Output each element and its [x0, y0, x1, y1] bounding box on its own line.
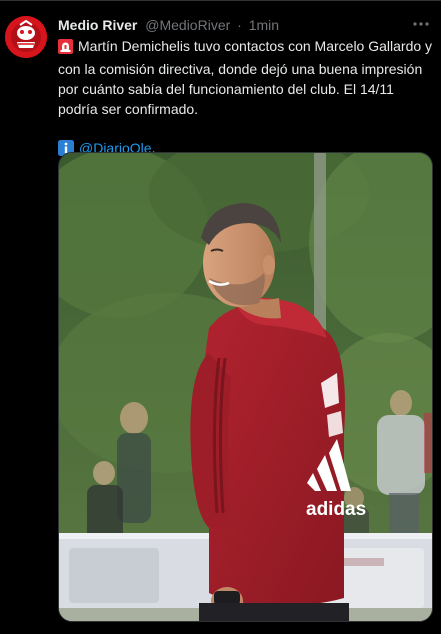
author-handle[interactable]: @MedioRiver	[145, 17, 230, 33]
author-display-name[interactable]: Medio River	[58, 17, 137, 33]
author-avatar[interactable]	[5, 16, 47, 58]
tweet-header: Medio River @MedioRiver · 1min	[58, 16, 431, 36]
tweet-paragraph: Martín Demichelis tuvo contactos con Mar…	[58, 36, 434, 119]
tweet-photo[interactable]: adidas	[58, 152, 433, 622]
photo-image: adidas	[59, 153, 432, 621]
tweet-timestamp[interactable]: 1min	[249, 17, 279, 33]
header-separator: ·	[237, 17, 242, 33]
jacket-brand-text: adidas	[306, 499, 366, 520]
more-options-icon[interactable]	[411, 14, 431, 34]
tweet-text: Martín Demichelis tuvo contactos con Mar…	[58, 36, 434, 161]
avatar-logo-icon	[5, 16, 47, 58]
siren-emoji-icon	[58, 39, 73, 59]
tweet[interactable]: Medio River @MedioRiver · 1min Martín De…	[0, 0, 441, 634]
tweet-paragraph-text: Martín Demichelis tuvo contactos con Mar…	[58, 38, 433, 117]
